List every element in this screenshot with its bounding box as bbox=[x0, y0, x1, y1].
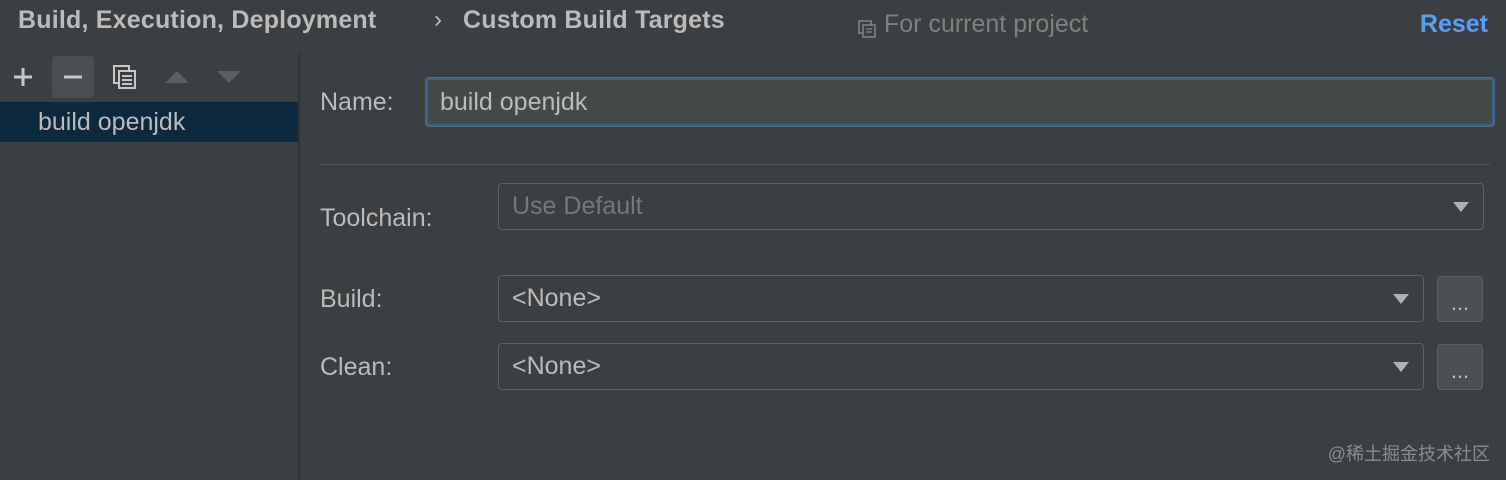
watermark: @稀土掘金技术社区 bbox=[1327, 444, 1490, 464]
chevron-down-icon bbox=[1393, 294, 1409, 304]
copy-target-button[interactable] bbox=[104, 56, 146, 98]
scope-label: For current project bbox=[884, 10, 1089, 38]
form-separator bbox=[320, 164, 1490, 165]
toolchain-value: Use Default bbox=[512, 192, 643, 220]
targets-panel: build openjdk bbox=[0, 54, 298, 480]
chevron-down-icon bbox=[1453, 202, 1469, 212]
add-icon bbox=[14, 68, 32, 86]
reset-link[interactable]: Reset bbox=[1420, 10, 1488, 39]
scope-indicator: For current project bbox=[858, 10, 1088, 39]
page-title: Custom Build Targets bbox=[463, 6, 725, 34]
build-value: <None> bbox=[512, 284, 601, 312]
custom-build-targets-settings: Build, Execution, Deployment › Custom Bu… bbox=[0, 0, 1506, 480]
toolchain-label: Toolchain: bbox=[320, 204, 433, 232]
name-label: Name: bbox=[320, 88, 394, 116]
build-browse-button[interactable]: ... bbox=[1437, 276, 1483, 322]
breadcrumb-separator: › bbox=[434, 6, 443, 33]
project-scope-icon bbox=[858, 16, 876, 38]
move-up-icon bbox=[165, 71, 189, 83]
toolchain-dropdown[interactable]: Use Default bbox=[498, 183, 1484, 230]
panel-divider[interactable] bbox=[298, 54, 300, 480]
targets-list: build openjdk bbox=[0, 102, 298, 142]
remove-target-button[interactable] bbox=[52, 56, 94, 98]
chevron-down-icon bbox=[1393, 362, 1409, 372]
add-target-button[interactable] bbox=[2, 56, 44, 98]
move-up-button[interactable] bbox=[156, 56, 198, 98]
build-dropdown[interactable]: <None> bbox=[498, 275, 1424, 322]
list-item[interactable]: build openjdk bbox=[0, 102, 298, 142]
clean-browse-button[interactable]: ... bbox=[1437, 344, 1483, 390]
move-down-button[interactable] bbox=[208, 56, 250, 98]
settings-header: Build, Execution, Deployment › Custom Bu… bbox=[0, 0, 1506, 50]
clean-value: <None> bbox=[512, 352, 601, 380]
build-label: Build: bbox=[320, 285, 383, 313]
breadcrumb-parent[interactable]: Build, Execution, Deployment bbox=[18, 6, 376, 35]
targets-toolbar bbox=[0, 54, 298, 98]
name-input[interactable] bbox=[426, 78, 1494, 126]
move-down-icon bbox=[217, 71, 241, 83]
remove-icon bbox=[64, 75, 82, 79]
clean-label: Clean: bbox=[320, 353, 393, 381]
clean-dropdown[interactable]: <None> bbox=[498, 343, 1424, 390]
copy-icon bbox=[113, 65, 136, 89]
